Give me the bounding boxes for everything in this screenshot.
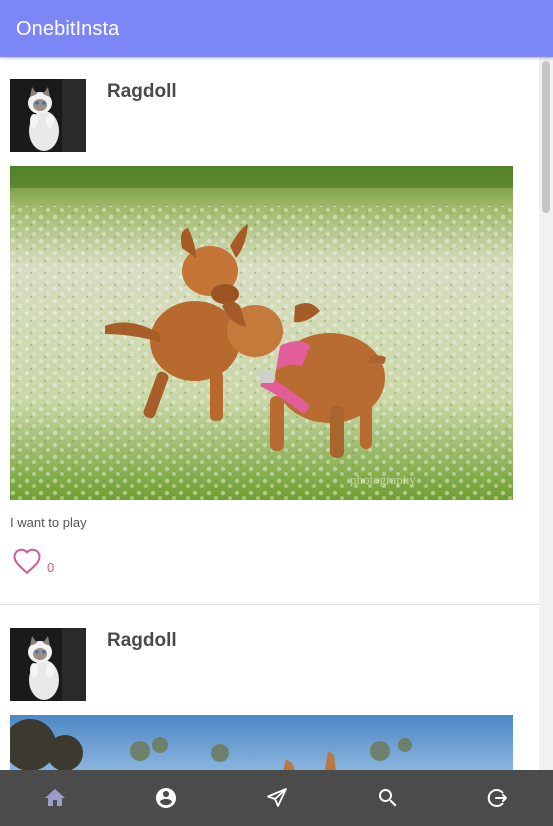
svg-text:photography: photography <box>350 472 416 487</box>
post-username[interactable]: Ragdoll <box>107 81 177 103</box>
nav-profile[interactable] <box>154 786 178 810</box>
post-username[interactable]: Ragdoll <box>107 630 177 652</box>
scrollbar-thumb[interactable] <box>542 61 550 213</box>
avatar[interactable] <box>10 79 86 152</box>
nav-send[interactable] <box>265 786 289 810</box>
nav-logout[interactable] <box>486 786 510 810</box>
like-button[interactable] <box>12 547 42 575</box>
avatar[interactable] <box>10 628 86 701</box>
post-caption: I want to play <box>10 515 87 530</box>
account-circle-icon <box>156 788 176 808</box>
like-count: 0 <box>47 560 55 575</box>
heart-outline-icon <box>13 548 41 575</box>
nav-search[interactable] <box>376 786 400 810</box>
feed-scrollbar[interactable] <box>539 57 553 770</box>
post-card: Ragdoll <box>0 605 539 770</box>
logout-icon <box>487 789 507 807</box>
bottom-nav <box>0 770 553 826</box>
app-title: OnebitInsta <box>16 18 120 40</box>
app-header: OnebitInsta <box>0 0 553 57</box>
search-icon <box>379 789 397 807</box>
send-icon <box>267 788 287 807</box>
home-icon <box>45 789 65 806</box>
nav-home[interactable] <box>43 786 67 810</box>
post-image[interactable]: photography <box>10 166 513 500</box>
post-image[interactable] <box>10 715 513 770</box>
post-card: Ragdoll <box>0 57 539 605</box>
feed[interactable]: Ragdoll photography I want to play 0 Rag… <box>0 57 539 770</box>
